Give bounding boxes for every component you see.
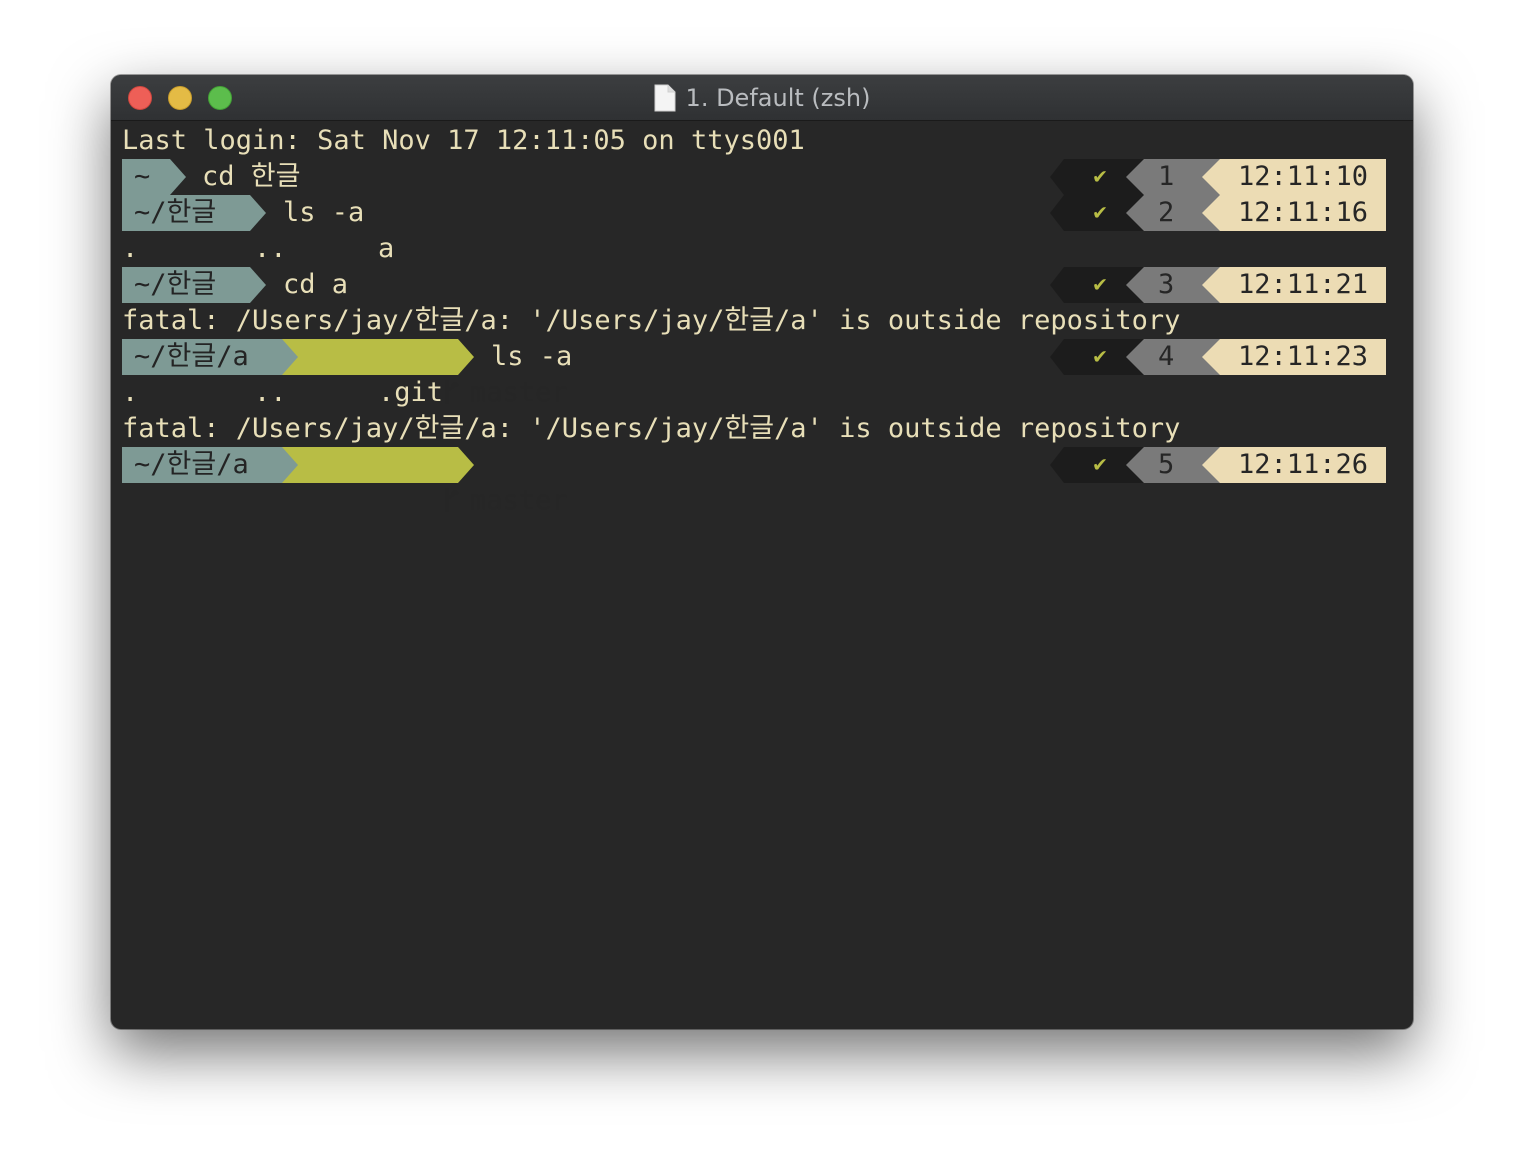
error-text: fatal: /Users/jay/한글/a: '/Users/jay/한글/a… bbox=[122, 305, 1181, 336]
time-segment: 12:11:21 bbox=[1220, 267, 1386, 303]
right-prompt: ✔ 1 12:11:10 bbox=[1050, 159, 1386, 195]
dir-segment: ~/한글/a bbox=[122, 447, 282, 483]
segment-separator bbox=[458, 447, 474, 483]
checkmark-icon: ✔ bbox=[1093, 164, 1107, 189]
history-segment-tip bbox=[1126, 447, 1144, 483]
dir-segment: ~/한글/a bbox=[122, 339, 282, 375]
time-segment: 12:11:16 bbox=[1220, 195, 1386, 231]
ls-entry: .. bbox=[254, 233, 287, 264]
title-bar[interactable]: 1. Default (zsh) bbox=[111, 75, 1413, 121]
status-segment-tip bbox=[1050, 447, 1064, 483]
error-text: fatal: /Users/jay/한글/a: '/Users/jay/한글/a… bbox=[122, 413, 1181, 444]
segment-separator bbox=[170, 159, 186, 195]
git-segment: master bbox=[282, 447, 568, 516]
status-segment-tip bbox=[1050, 339, 1064, 375]
time-segment-tip bbox=[1202, 159, 1220, 195]
checkmark-icon: ✔ bbox=[1093, 452, 1107, 477]
ls-entry: .. bbox=[254, 377, 287, 408]
prompt-line: ~/한글 ls -a ✔ 2 12:11:16 bbox=[122, 195, 1386, 231]
status-segment-tip bbox=[1050, 267, 1064, 303]
document-icon bbox=[654, 84, 676, 111]
time-segment-tip bbox=[1202, 447, 1220, 483]
right-prompt: ✔ 3 12:11:21 bbox=[1050, 267, 1386, 303]
window-title-container: 1. Default (zsh) bbox=[111, 75, 1413, 120]
ls-entry: .git bbox=[378, 377, 444, 408]
time-segment-tip bbox=[1202, 195, 1220, 231]
right-prompt: ✔ 4 12:11:23 bbox=[1050, 339, 1386, 375]
segment-separator bbox=[250, 267, 266, 303]
command-text: ls -a bbox=[491, 341, 573, 372]
segment-separator bbox=[458, 339, 474, 375]
git-branch-name: master bbox=[470, 485, 568, 516]
history-segment-tip bbox=[1126, 159, 1144, 195]
window-title: 1. Default (zsh) bbox=[685, 83, 871, 112]
git-segment: master bbox=[282, 339, 568, 408]
ls-output-line: . .. a bbox=[122, 231, 1386, 267]
ls-entry: a bbox=[378, 233, 395, 264]
status-segment-tip bbox=[1050, 195, 1064, 231]
dir-segment: ~/한글 bbox=[122, 267, 250, 303]
time-segment: 12:11:23 bbox=[1220, 339, 1386, 375]
command-text: cd a bbox=[283, 269, 349, 300]
time-segment: 12:11:26 bbox=[1220, 447, 1386, 483]
time-segment-tip bbox=[1202, 339, 1220, 375]
checkmark-icon: ✔ bbox=[1093, 200, 1107, 225]
ls-entry: . bbox=[122, 377, 139, 408]
checkmark-icon: ✔ bbox=[1093, 344, 1107, 369]
dir-segment: ~ bbox=[122, 159, 170, 195]
error-line: fatal: /Users/jay/한글/a: '/Users/jay/한글/a… bbox=[122, 411, 1386, 447]
ls-output-line: . .. .git bbox=[122, 375, 1386, 411]
prompt-line: ~/한글 cd a ✔ 3 12:11:21 bbox=[122, 267, 1386, 303]
prompt-line: ~/한글/a master ls -a ✔ 4 12:11:23 bbox=[122, 339, 1386, 408]
git-branch-icon bbox=[445, 488, 459, 512]
error-line: fatal: /Users/jay/한글/a: '/Users/jay/한글/a… bbox=[122, 303, 1386, 339]
history-segment-tip bbox=[1126, 195, 1144, 231]
segment-separator bbox=[282, 447, 298, 483]
terminal-content[interactable]: Last login: Sat Nov 17 12:11:05 on ttys0… bbox=[122, 123, 1386, 516]
status-segment-tip bbox=[1050, 159, 1064, 195]
command-text: ls -a bbox=[283, 197, 365, 228]
dir-segment: ~/한글 bbox=[122, 195, 250, 231]
ls-entry: . bbox=[122, 233, 139, 264]
command-text: cd 한글 bbox=[202, 161, 301, 192]
right-prompt: ✔ 2 12:11:16 bbox=[1050, 195, 1386, 231]
history-segment-tip bbox=[1126, 267, 1144, 303]
time-segment: 12:11:10 bbox=[1220, 159, 1386, 195]
prompt-line: ~ cd 한글 ✔ 1 12:11:10 bbox=[122, 159, 1386, 195]
history-segment-tip bbox=[1126, 339, 1144, 375]
last-login-text: Last login: Sat Nov 17 12:11:05 on ttys0… bbox=[122, 125, 805, 156]
prompt-line: ~/한글/a master ✔ 5 12:11:26 bbox=[122, 447, 1386, 516]
segment-separator bbox=[282, 339, 298, 375]
last-login-line: Last login: Sat Nov 17 12:11:05 on ttys0… bbox=[122, 123, 1386, 159]
segment-separator bbox=[250, 195, 266, 231]
checkmark-icon: ✔ bbox=[1093, 272, 1107, 297]
right-prompt: ✔ 5 12:11:26 bbox=[1050, 447, 1386, 483]
time-segment-tip bbox=[1202, 267, 1220, 303]
terminal-window: 1. Default (zsh) Last login: Sat Nov 17 … bbox=[111, 75, 1413, 1029]
